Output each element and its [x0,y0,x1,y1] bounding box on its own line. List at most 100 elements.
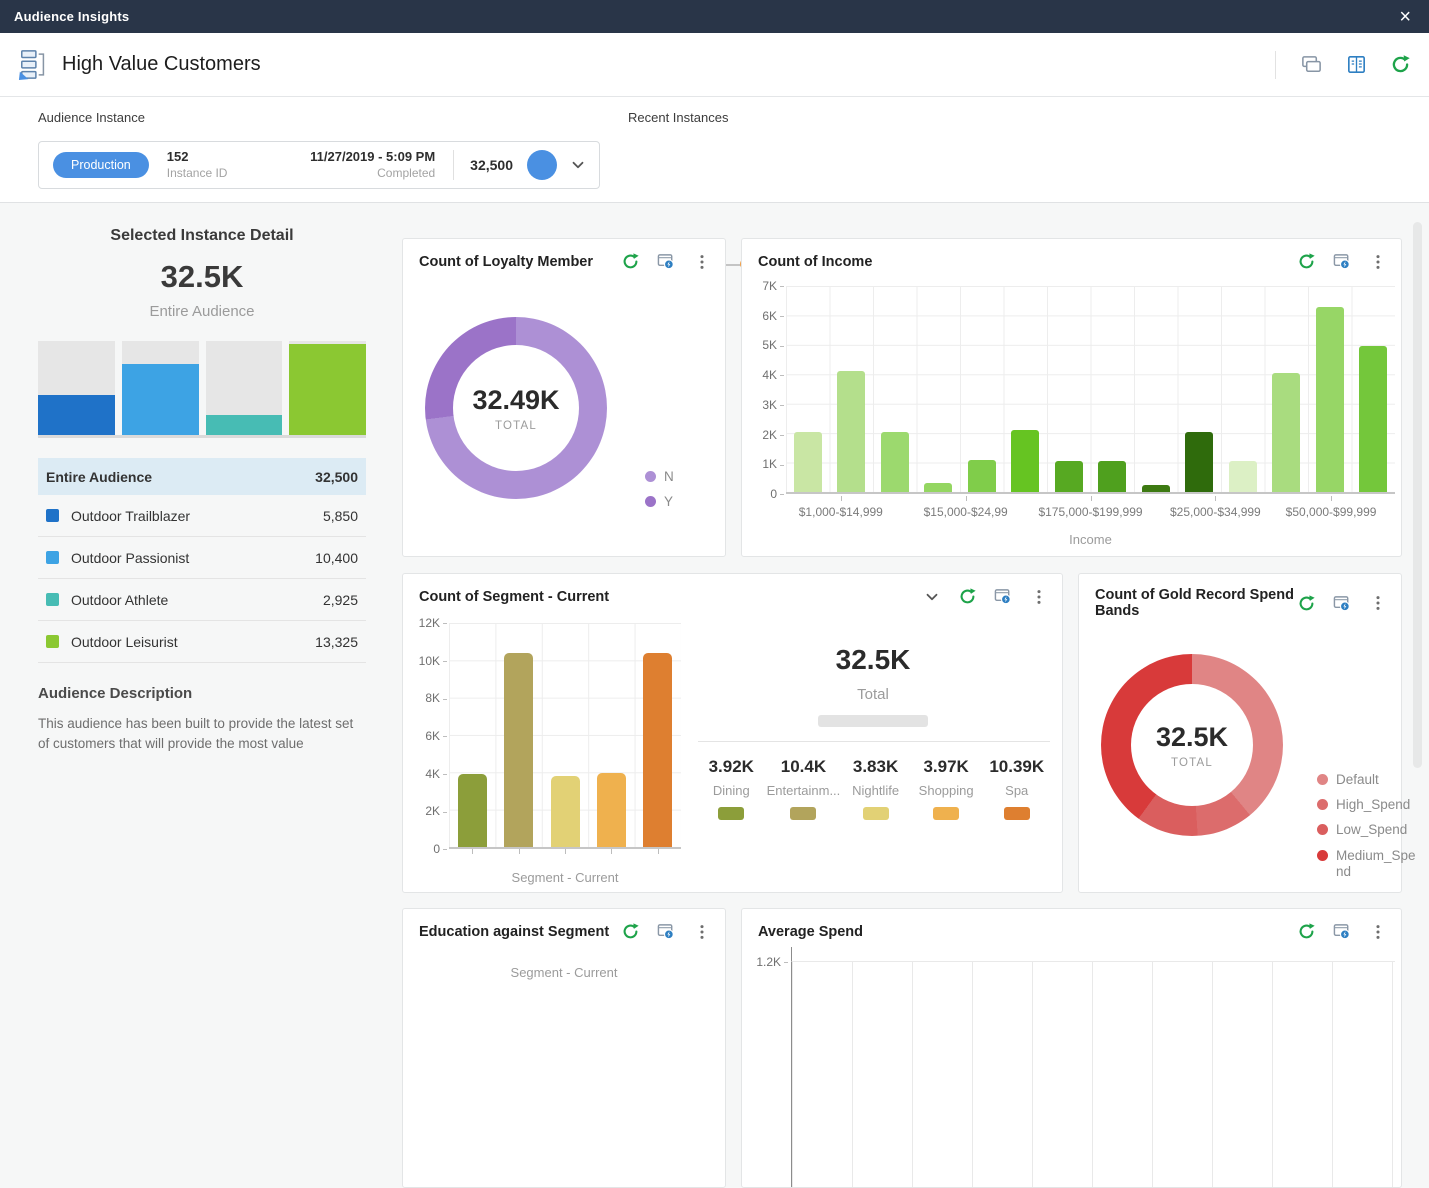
legend-item[interactable]: Y [645,494,674,510]
donut-total-value: 32.49K [472,385,559,416]
y-axis-tick: 0 [770,487,784,501]
bar[interactable] [881,432,909,492]
export-icon[interactable] [1333,252,1352,271]
divider [1275,51,1276,79]
mini-column-fill [122,364,199,435]
kebab-icon[interactable] [1369,253,1387,271]
catalog-book-icon[interactable] [1345,53,1368,76]
list-item[interactable]: Outdoor Trailblazer5,850 [38,495,366,537]
bar[interactable] [1229,461,1257,492]
bar[interactable] [968,460,996,492]
list-item[interactable]: Entire Audience 32,500 [38,458,366,495]
x-axis-label: $175,000-$199,999 [1038,505,1142,519]
legend-dot [1317,850,1328,861]
kebab-icon[interactable] [1369,923,1387,941]
list-item-label: Outdoor Passionist [71,550,189,566]
bar[interactable] [1142,485,1170,492]
list-item[interactable]: Outdoor Leisurist13,325 [38,621,366,663]
x-axis-label: $50,000-$99,999 [1286,505,1377,519]
list-item-value: 32,500 [315,469,358,485]
bar[interactable] [1316,307,1344,492]
refresh-icon[interactable] [1297,922,1316,941]
y-axis-line [791,947,792,961]
refresh-icon[interactable] [621,922,640,941]
legend-item[interactable]: Default [1317,772,1423,788]
donut-total-value: 32.5K [1156,722,1228,753]
card-segment-current: Count of Segment - Current 12K10K8K6K4K2… [402,573,1063,893]
export-icon[interactable] [657,922,676,941]
mini-column-fill [206,415,283,435]
instance-time-block: 11/27/2019 - 5:09 PM Completed [310,149,435,180]
bar-slot [786,286,830,492]
bar[interactable] [1011,430,1039,492]
selected-instance-panel: Selected Instance Detail 32.5K Entire Au… [38,203,366,755]
instance-selector[interactable]: Production 152 Instance ID 11/27/2019 - … [38,141,600,189]
list-item-label: Entire Audience [46,469,152,485]
bar-slot [1352,286,1396,492]
instance-size-dot [527,150,557,180]
bar[interactable] [1055,461,1083,492]
kebab-icon[interactable] [1030,588,1048,606]
list-item[interactable]: Outdoor Passionist10,400 [38,537,366,579]
plot-area [786,286,1395,494]
list-item[interactable]: Outdoor Athlete2,925 [38,579,366,621]
legend-item[interactable]: Medium_Spend [1317,848,1423,880]
bar[interactable] [794,432,822,492]
donut-total-label: TOTAL [495,420,537,432]
bar[interactable] [643,653,672,847]
bar[interactable] [458,774,487,847]
kebab-icon[interactable] [693,253,711,271]
bar[interactable] [551,776,580,847]
export-icon[interactable] [1333,594,1352,613]
refresh-icon[interactable] [1390,54,1411,75]
export-icon[interactable] [1333,922,1352,941]
bar[interactable] [837,371,865,492]
mini-column[interactable] [38,341,115,435]
legend-item[interactable]: High_Spend [1317,797,1423,813]
card-gold-spend-bands: Count of Gold Record Spend Bands 32.5K T… [1078,573,1402,893]
x-axis-tick [1331,496,1332,501]
divider [698,741,1050,742]
mini-column[interactable] [122,341,199,435]
duplicate-cards-icon[interactable] [1300,53,1323,76]
refresh-icon[interactable] [1297,594,1316,613]
card-average-spend: Average Spend 1.2K [741,908,1402,1188]
bar-slot [542,623,588,847]
audience-icon [18,49,50,81]
y-axis-tick: 4K [762,368,784,382]
bar-slot [1047,286,1091,492]
bar[interactable] [924,483,952,492]
mini-column[interactable] [206,341,283,435]
mini-column[interactable] [289,341,366,435]
scrollbar-thumb[interactable] [1413,222,1422,768]
export-icon[interactable] [994,587,1013,606]
loyalty-donut-chart: 32.49K TOTAL NY [425,317,607,499]
chevron-icon[interactable] [923,588,941,606]
bar[interactable] [1272,373,1300,492]
kebab-icon[interactable] [1369,594,1387,612]
refresh-icon[interactable] [958,587,977,606]
bar-slot [960,286,1004,492]
stat-item: 10.4KEntertainm... [767,757,841,820]
legend-dot [1317,799,1328,810]
export-icon[interactable] [657,252,676,271]
card-education-segment: Education against Segment Segment - Curr… [402,908,726,1188]
card-title: Count of Income [758,254,872,270]
bar[interactable] [1185,432,1213,492]
bar[interactable] [1098,461,1126,492]
refresh-icon[interactable] [1297,252,1316,271]
x-axis-label: $1,000-$14,999 [799,505,883,519]
bar[interactable] [1359,346,1387,492]
bar[interactable] [597,773,626,847]
kebab-icon[interactable] [693,923,711,941]
bar[interactable] [504,653,533,847]
close-icon[interactable]: × [1395,7,1415,27]
legend-item[interactable]: Low_Spend [1317,822,1423,838]
audience-total-label: Entire Audience [38,303,366,320]
card-title: Education against Segment [419,924,609,940]
y-axis-tick: 7K [762,279,784,293]
refresh-icon[interactable] [621,252,640,271]
y-axis-tick: 5K [762,338,784,352]
legend-item[interactable]: N [645,469,674,485]
chevron-down-icon[interactable] [569,156,587,174]
